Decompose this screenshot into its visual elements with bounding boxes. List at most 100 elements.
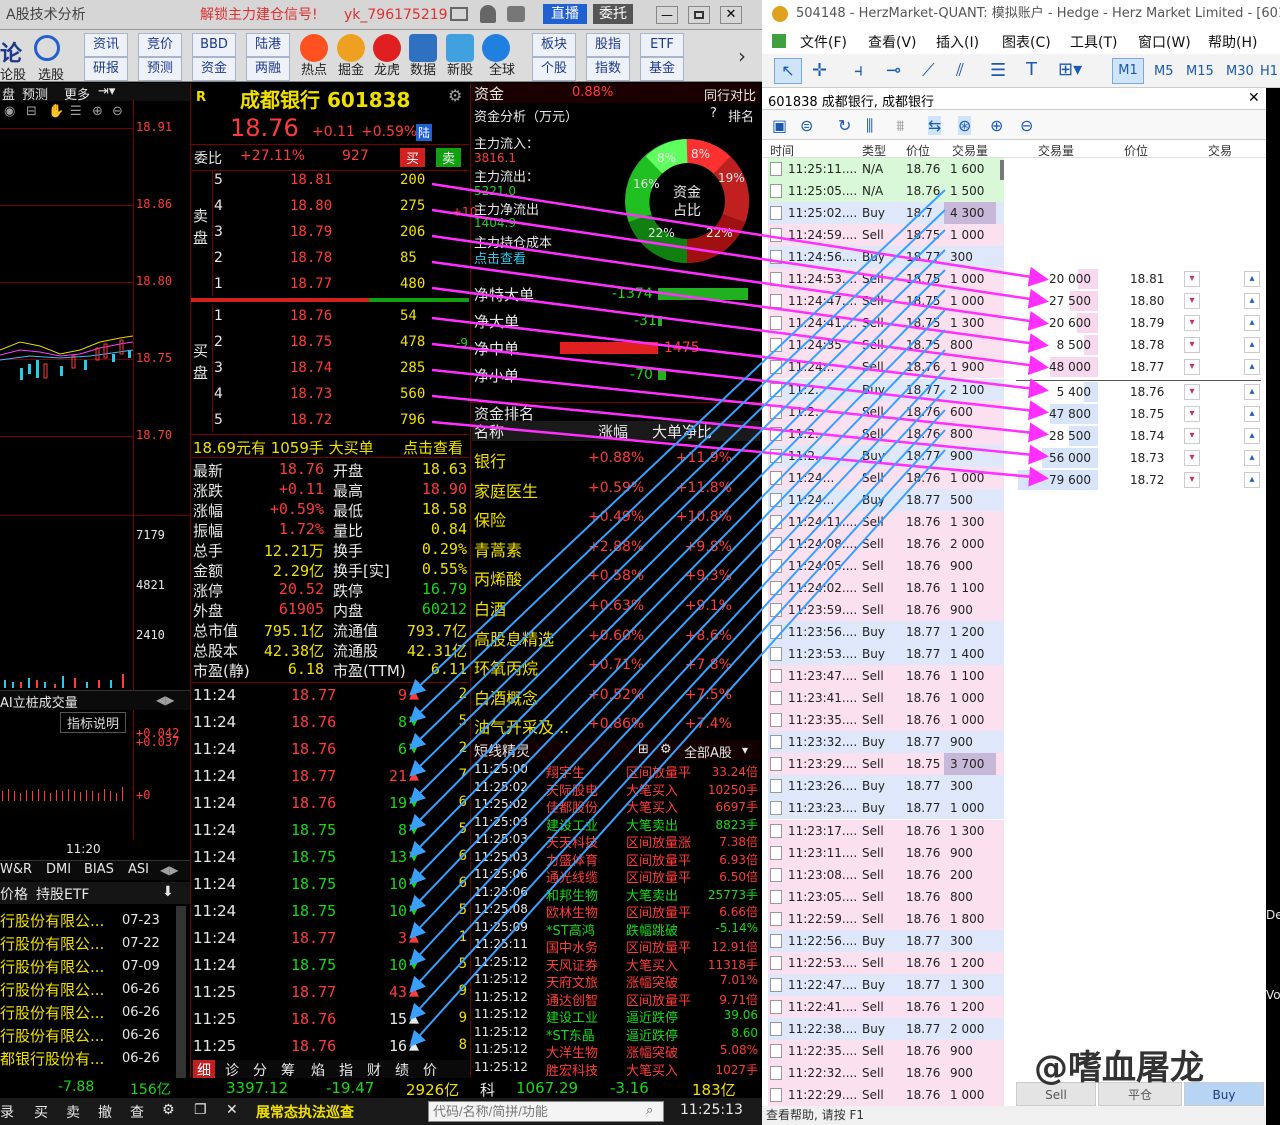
bottom-btn-record[interactable]: 录 (0, 1102, 14, 1122)
bottom-btn-query[interactable]: 查 (130, 1102, 144, 1122)
toolbar-funds[interactable]: 资金 (192, 57, 236, 81)
sector-row[interactable]: 白酒 +0.63% +9.1% (472, 592, 760, 620)
user-id[interactable]: yk_796175219 (344, 0, 448, 30)
tab-detail[interactable]: 细 (193, 1060, 215, 1080)
table-row[interactable]: 11:23:05.... Sell 18.76 800 (768, 885, 1004, 908)
indicator-nav-icon[interactable]: ◀▶ (156, 693, 174, 707)
tab-flame[interactable]: 焰 (311, 1060, 325, 1080)
rank-col-ratio[interactable]: 大单净比 (652, 421, 712, 442)
col-volume[interactable]: 交易量 (952, 142, 988, 159)
col-price[interactable]: 价位 (906, 142, 930, 159)
tf-m5[interactable]: M5 (1154, 64, 1174, 79)
toolbar-index[interactable]: 指数 (586, 57, 630, 81)
ipo-icon[interactable] (446, 34, 474, 62)
event-row[interactable]: 11:25:12 通达创智 区间放量平 9.71倍 (472, 990, 760, 1009)
search-input[interactable] (428, 1101, 664, 1122)
indicator-help-button[interactable]: 指标说明 (60, 712, 127, 733)
table-row[interactable]: 11:23:17.... Sell 18.76 1 300 (768, 819, 1004, 842)
bottom-btn-sell[interactable]: 卖 (66, 1102, 80, 1122)
ipo-label[interactable]: 新股 (440, 63, 480, 79)
event-row[interactable]: 11:25:06 和邦生物 大笔卖出 25773手 (472, 885, 760, 904)
toolbar-margin[interactable]: 两融 (246, 57, 290, 81)
event-row[interactable]: 11:25:11 国中水务 区间放量平 12.91倍 (472, 937, 760, 956)
sell-arrow-icon[interactable]: ▾ (1184, 315, 1200, 332)
dom-row[interactable]: 8 500 18.78 ▾ ▴ (1016, 334, 1261, 356)
toolbar-sector[interactable]: 板块 (532, 33, 576, 57)
stock-picker-label[interactable]: 选股 (38, 64, 64, 83)
chart-tab-more[interactable]: 更多 (64, 84, 90, 103)
window-close-icon[interactable]: ✕ (1248, 90, 1260, 106)
table-row[interactable]: 11:22:38.... Buy 18.77 2 000 (768, 1017, 1004, 1040)
globe-label[interactable]: 全球 (482, 63, 522, 79)
chart-tab-pan[interactable]: 盘 (2, 84, 15, 103)
event-row[interactable]: 11:25:12 大洋生物 涨幅突破 5.08% (472, 1042, 760, 1061)
menu-help[interactable]: 帮助(H) (1208, 32, 1257, 52)
list-item[interactable]: 都银行股份有... 06-26 (0, 1048, 160, 1069)
table-row[interactable]: 11:23:26.... Buy 18.77 300 (768, 775, 1004, 798)
sector-row[interactable]: 保险 +0.49% +10.8% (472, 503, 760, 531)
depth-chart-icon[interactable]: ⇆ (928, 116, 942, 135)
table-row[interactable]: 11:23:23.... Buy 18.77 1 000 (768, 797, 1004, 820)
tick-row[interactable]: 11:24 18.77 9 ▲ 2 (193, 684, 469, 708)
buy-arrow-icon[interactable]: ▴ (1244, 471, 1260, 488)
dom-col-price[interactable]: 价位 (1124, 142, 1148, 159)
market-filter-select[interactable]: 全部A股 (684, 742, 732, 761)
zoom-out-icon[interactable]: ⊖ (1020, 116, 1033, 135)
table-row[interactable]: 11:23:08.... Sell 18.76 200 (768, 863, 1004, 886)
sector-row[interactable]: 丙烯酸 +0.58% +9.3% (472, 562, 760, 590)
eye-icon[interactable]: ◉ (4, 104, 15, 119)
table-row[interactable]: 11:23:32.... Buy 18.77 900 (768, 731, 1004, 754)
trendline-icon[interactable]: ⟋ (922, 60, 935, 81)
event-row[interactable]: 11:25:09 *ST高鸿 跌幅跳破 -5.14% (472, 920, 760, 939)
shirt-icon[interactable] (507, 6, 525, 22)
maximize-button[interactable] (688, 6, 710, 24)
table-row[interactable]: 11:22:47.... Buy 18.77 1 300 (768, 973, 1004, 996)
sector-row[interactable]: 青蒿素 +2.88% +9.8% (472, 533, 760, 561)
event-row[interactable]: 11:25:03 建设工业 大笔卖出 8823手 (472, 815, 760, 834)
data-label[interactable]: 数据 (403, 63, 443, 79)
table-row[interactable]: 11:23:47.... Sell 18.76 1 100 (768, 665, 1004, 688)
event-row[interactable]: 11:25:12 天风证券 大笔买入 11318手 (472, 955, 760, 974)
buy-arrow-icon[interactable]: ▴ (1244, 449, 1260, 466)
holder-tab-price[interactable]: 价格 (0, 884, 28, 904)
event-row[interactable]: 11:25:03 天天科技 区间放量涨 7.38倍 (472, 832, 760, 851)
dom-row[interactable]: 79 600 18.72 ▾ ▴ (1016, 469, 1261, 491)
gear-icon[interactable]: ⚙ (162, 1102, 175, 1118)
sector-row[interactable]: 家庭医生 +0.59% +11.8% (472, 474, 760, 502)
cost-link[interactable]: 点击查看 (474, 248, 526, 267)
short-gear-icon[interactable]: ⚙ (660, 742, 672, 757)
menu-view[interactable]: 查看(V) (868, 32, 917, 52)
bottom-btn-cancel[interactable]: 撤 (98, 1102, 112, 1122)
close-button[interactable]: ✕ (720, 6, 742, 24)
help-icon[interactable]: ? (710, 106, 717, 121)
sell-arrow-icon[interactable]: ▾ (1184, 337, 1200, 354)
table-row[interactable]: 11:23:35.... Sell 18.76 1 000 (768, 709, 1004, 732)
chart-tab-forecast[interactable]: 预测 (22, 84, 48, 103)
dom-row[interactable]: 27 500 18.80 ▾ ▴ (1016, 290, 1261, 312)
vertical-line-icon[interactable]: ⫞ (854, 60, 863, 81)
globe-icon[interactable] (482, 34, 510, 62)
dom-row[interactable]: 5 400 18.76 ▾ ▴ (1016, 381, 1261, 403)
event-row[interactable]: 11:25:12 天府文旅 涨幅突破 7.01% (472, 972, 760, 991)
lock-icon[interactable]: ⊟ (26, 104, 37, 119)
table-row[interactable]: 11:24:08.... Sell 18.76 2 000 (768, 532, 1004, 555)
toolbar-hk[interactable]: 陆港 (246, 33, 290, 57)
dom-col-volume[interactable]: 交易量 (1038, 142, 1074, 159)
dom-row[interactable]: 20 600 18.79 ▾ ▴ (1016, 312, 1261, 334)
tab-chips[interactable]: 筹 (281, 1060, 295, 1080)
cursor-icon[interactable]: ↖ (774, 58, 802, 84)
menu-chart[interactable]: 图表(C) (1002, 32, 1051, 52)
dig-icon[interactable] (337, 34, 365, 62)
sell-arrow-icon[interactable]: ▾ (1184, 471, 1200, 488)
rank-link[interactable]: 排名 (728, 106, 754, 125)
tick-row[interactable]: 11:24 18.75 8 ▼ 5 (193, 819, 469, 843)
event-row[interactable]: 11:25:12 建设工业 逼近跌停 39.06 (472, 1007, 760, 1026)
search-icon[interactable]: ⌕ (646, 1103, 653, 1118)
table-row[interactable]: 11:24:02.... Sell 18.76 1 100 (768, 576, 1004, 599)
bell-icon[interactable] (480, 5, 496, 23)
sell-arrow-icon[interactable]: ▾ (1184, 359, 1200, 376)
dom-col-trade[interactable]: 交易 (1208, 142, 1232, 159)
ind-tab-dmi[interactable]: DMI (46, 862, 71, 877)
table-row[interactable]: 11:22:59.... Sell 18.76 1 800 (768, 907, 1004, 930)
sell-arrow-icon[interactable]: ▾ (1184, 405, 1200, 422)
